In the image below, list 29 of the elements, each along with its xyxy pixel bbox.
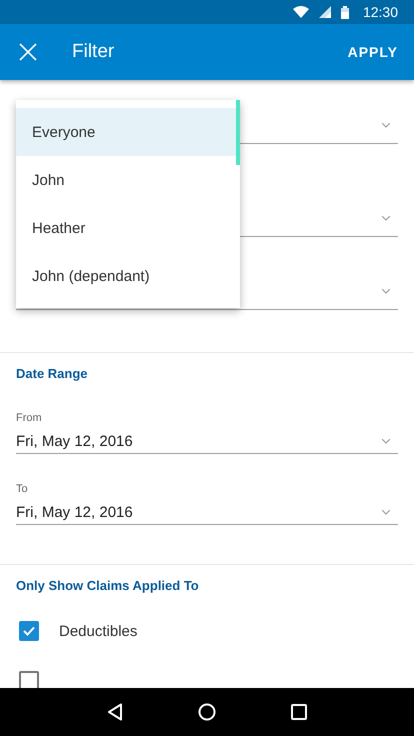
signal-icon: [318, 6, 331, 18]
field-label: From: [16, 412, 43, 424]
checkbox-label: Deductibles: [59, 622, 138, 640]
menu-item[interactable]: John (dependant): [16, 252, 240, 300]
home-icon[interactable]: [198, 703, 216, 721]
wifi-icon: [292, 6, 309, 18]
menu-item[interactable]: John: [16, 156, 240, 204]
date-field[interactable]: Fri, May 12, 2016: [16, 429, 398, 454]
chevron-down-icon: [382, 510, 390, 514]
screen-title: Filter: [72, 41, 116, 63]
section-title: Date Range: [16, 366, 89, 381]
back-icon[interactable]: [107, 703, 124, 721]
battery-icon: [340, 6, 349, 18]
chevron-down-icon: [382, 216, 390, 220]
apply-button[interactable]: APPLY: [348, 44, 398, 60]
recents-icon[interactable]: [290, 704, 307, 720]
chevron-down-icon: [382, 288, 390, 294]
chevron-down-icon: [382, 122, 390, 128]
status-time: 12:30: [362, 4, 398, 20]
menu-item[interactable]: Heather: [16, 204, 240, 252]
section-title: Only Show Claims Applied To: [16, 578, 200, 593]
checkbox[interactable]: [19, 621, 39, 641]
check-icon: [23, 626, 35, 636]
date-field[interactable]: Fri, May 12, 2016: [16, 500, 398, 525]
field-label: To: [16, 483, 29, 495]
close-icon: [19, 43, 37, 61]
chevron-down-icon: [382, 438, 390, 444]
scrollbar[interactable]: [236, 100, 240, 165]
close-button[interactable]: [19, 43, 37, 61]
